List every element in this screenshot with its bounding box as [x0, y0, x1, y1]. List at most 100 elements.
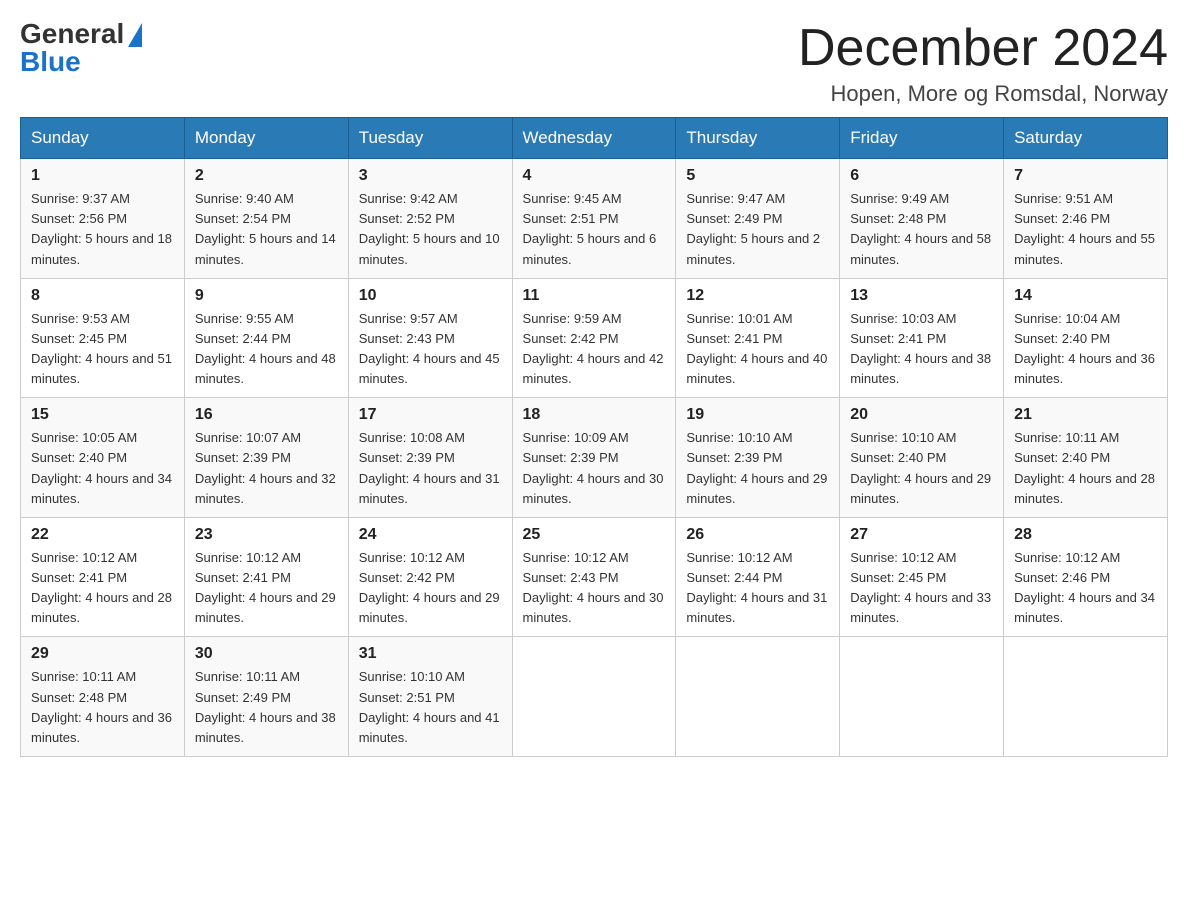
day-info: Sunrise: 9:59 AM Sunset: 2:42 PM Dayligh… [523, 309, 666, 390]
day-cell: 17 Sunrise: 10:08 AM Sunset: 2:39 PM Day… [348, 398, 512, 518]
day-number: 24 [359, 526, 502, 544]
day-number: 15 [31, 406, 174, 424]
empty-day-cell [512, 637, 676, 757]
day-number: 29 [31, 645, 174, 663]
day-of-week-header: Friday [840, 118, 1004, 159]
day-cell: 1 Sunrise: 9:37 AM Sunset: 2:56 PM Dayli… [21, 159, 185, 279]
logo-blue-text: Blue [20, 48, 81, 76]
day-number: 22 [31, 526, 174, 544]
day-info: Sunrise: 10:09 AM Sunset: 2:39 PM Daylig… [523, 428, 666, 509]
day-info: Sunrise: 10:12 AM Sunset: 2:45 PM Daylig… [850, 548, 993, 629]
day-number: 20 [850, 406, 993, 424]
day-number: 1 [31, 167, 174, 185]
day-cell: 3 Sunrise: 9:42 AM Sunset: 2:52 PM Dayli… [348, 159, 512, 279]
day-number: 26 [686, 526, 829, 544]
day-number: 2 [195, 167, 338, 185]
day-info: Sunrise: 10:11 AM Sunset: 2:49 PM Daylig… [195, 667, 338, 748]
day-of-week-header: Sunday [21, 118, 185, 159]
day-number: 13 [850, 287, 993, 305]
empty-day-cell [676, 637, 840, 757]
day-number: 17 [359, 406, 502, 424]
day-info: Sunrise: 10:10 AM Sunset: 2:51 PM Daylig… [359, 667, 502, 748]
day-info: Sunrise: 10:12 AM Sunset: 2:41 PM Daylig… [31, 548, 174, 629]
title-section: December 2024 Hopen, More og Romsdal, No… [798, 20, 1168, 107]
day-of-week-header: Tuesday [348, 118, 512, 159]
day-info: Sunrise: 10:07 AM Sunset: 2:39 PM Daylig… [195, 428, 338, 509]
day-cell: 14 Sunrise: 10:04 AM Sunset: 2:40 PM Day… [1004, 278, 1168, 398]
day-number: 30 [195, 645, 338, 663]
day-number: 7 [1014, 167, 1157, 185]
day-of-week-header: Monday [184, 118, 348, 159]
day-number: 8 [31, 287, 174, 305]
day-info: Sunrise: 9:51 AM Sunset: 2:46 PM Dayligh… [1014, 189, 1157, 270]
day-cell: 30 Sunrise: 10:11 AM Sunset: 2:49 PM Day… [184, 637, 348, 757]
day-cell: 20 Sunrise: 10:10 AM Sunset: 2:40 PM Day… [840, 398, 1004, 518]
day-info: Sunrise: 9:47 AM Sunset: 2:49 PM Dayligh… [686, 189, 829, 270]
day-cell: 21 Sunrise: 10:11 AM Sunset: 2:40 PM Day… [1004, 398, 1168, 518]
day-number: 23 [195, 526, 338, 544]
day-cell: 23 Sunrise: 10:12 AM Sunset: 2:41 PM Day… [184, 517, 348, 637]
day-number: 28 [1014, 526, 1157, 544]
day-of-week-header: Thursday [676, 118, 840, 159]
day-cell: 18 Sunrise: 10:09 AM Sunset: 2:39 PM Day… [512, 398, 676, 518]
empty-day-cell [1004, 637, 1168, 757]
day-info: Sunrise: 9:53 AM Sunset: 2:45 PM Dayligh… [31, 309, 174, 390]
day-cell: 29 Sunrise: 10:11 AM Sunset: 2:48 PM Day… [21, 637, 185, 757]
calendar-table: SundayMondayTuesdayWednesdayThursdayFrid… [20, 117, 1168, 757]
day-info: Sunrise: 10:12 AM Sunset: 2:42 PM Daylig… [359, 548, 502, 629]
day-cell: 12 Sunrise: 10:01 AM Sunset: 2:41 PM Day… [676, 278, 840, 398]
day-info: Sunrise: 9:37 AM Sunset: 2:56 PM Dayligh… [31, 189, 174, 270]
day-cell: 31 Sunrise: 10:10 AM Sunset: 2:51 PM Day… [348, 637, 512, 757]
day-cell: 13 Sunrise: 10:03 AM Sunset: 2:41 PM Day… [840, 278, 1004, 398]
day-info: Sunrise: 10:10 AM Sunset: 2:40 PM Daylig… [850, 428, 993, 509]
day-cell: 8 Sunrise: 9:53 AM Sunset: 2:45 PM Dayli… [21, 278, 185, 398]
day-number: 19 [686, 406, 829, 424]
day-info: Sunrise: 10:12 AM Sunset: 2:44 PM Daylig… [686, 548, 829, 629]
day-cell: 15 Sunrise: 10:05 AM Sunset: 2:40 PM Day… [21, 398, 185, 518]
empty-day-cell [840, 637, 1004, 757]
day-cell: 28 Sunrise: 10:12 AM Sunset: 2:46 PM Day… [1004, 517, 1168, 637]
day-number: 5 [686, 167, 829, 185]
day-cell: 11 Sunrise: 9:59 AM Sunset: 2:42 PM Dayl… [512, 278, 676, 398]
day-cell: 19 Sunrise: 10:10 AM Sunset: 2:39 PM Day… [676, 398, 840, 518]
calendar-subtitle: Hopen, More og Romsdal, Norway [798, 81, 1168, 107]
day-number: 4 [523, 167, 666, 185]
day-cell: 9 Sunrise: 9:55 AM Sunset: 2:44 PM Dayli… [184, 278, 348, 398]
day-cell: 2 Sunrise: 9:40 AM Sunset: 2:54 PM Dayli… [184, 159, 348, 279]
day-cell: 7 Sunrise: 9:51 AM Sunset: 2:46 PM Dayli… [1004, 159, 1168, 279]
day-info: Sunrise: 9:40 AM Sunset: 2:54 PM Dayligh… [195, 189, 338, 270]
day-number: 31 [359, 645, 502, 663]
day-number: 18 [523, 406, 666, 424]
day-info: Sunrise: 10:12 AM Sunset: 2:41 PM Daylig… [195, 548, 338, 629]
day-cell: 25 Sunrise: 10:12 AM Sunset: 2:43 PM Day… [512, 517, 676, 637]
day-number: 9 [195, 287, 338, 305]
day-number: 27 [850, 526, 993, 544]
day-number: 10 [359, 287, 502, 305]
day-cell: 10 Sunrise: 9:57 AM Sunset: 2:43 PM Dayl… [348, 278, 512, 398]
day-info: Sunrise: 10:01 AM Sunset: 2:41 PM Daylig… [686, 309, 829, 390]
day-info: Sunrise: 9:42 AM Sunset: 2:52 PM Dayligh… [359, 189, 502, 270]
calendar-title: December 2024 [798, 20, 1168, 77]
day-info: Sunrise: 9:45 AM Sunset: 2:51 PM Dayligh… [523, 189, 666, 270]
day-number: 14 [1014, 287, 1157, 305]
day-cell: 16 Sunrise: 10:07 AM Sunset: 2:39 PM Day… [184, 398, 348, 518]
day-info: Sunrise: 9:55 AM Sunset: 2:44 PM Dayligh… [195, 309, 338, 390]
day-info: Sunrise: 10:08 AM Sunset: 2:39 PM Daylig… [359, 428, 502, 509]
day-info: Sunrise: 10:11 AM Sunset: 2:48 PM Daylig… [31, 667, 174, 748]
day-info: Sunrise: 10:12 AM Sunset: 2:43 PM Daylig… [523, 548, 666, 629]
day-number: 6 [850, 167, 993, 185]
day-cell: 5 Sunrise: 9:47 AM Sunset: 2:49 PM Dayli… [676, 159, 840, 279]
day-info: Sunrise: 10:03 AM Sunset: 2:41 PM Daylig… [850, 309, 993, 390]
day-number: 3 [359, 167, 502, 185]
day-info: Sunrise: 10:04 AM Sunset: 2:40 PM Daylig… [1014, 309, 1157, 390]
day-cell: 26 Sunrise: 10:12 AM Sunset: 2:44 PM Day… [676, 517, 840, 637]
day-number: 21 [1014, 406, 1157, 424]
day-info: Sunrise: 10:12 AM Sunset: 2:46 PM Daylig… [1014, 548, 1157, 629]
day-info: Sunrise: 10:05 AM Sunset: 2:40 PM Daylig… [31, 428, 174, 509]
page-header: General Blue December 2024 Hopen, More o… [20, 20, 1168, 107]
day-info: Sunrise: 9:49 AM Sunset: 2:48 PM Dayligh… [850, 189, 993, 270]
day-cell: 24 Sunrise: 10:12 AM Sunset: 2:42 PM Day… [348, 517, 512, 637]
day-cell: 27 Sunrise: 10:12 AM Sunset: 2:45 PM Day… [840, 517, 1004, 637]
day-cell: 22 Sunrise: 10:12 AM Sunset: 2:41 PM Day… [21, 517, 185, 637]
day-info: Sunrise: 10:10 AM Sunset: 2:39 PM Daylig… [686, 428, 829, 509]
